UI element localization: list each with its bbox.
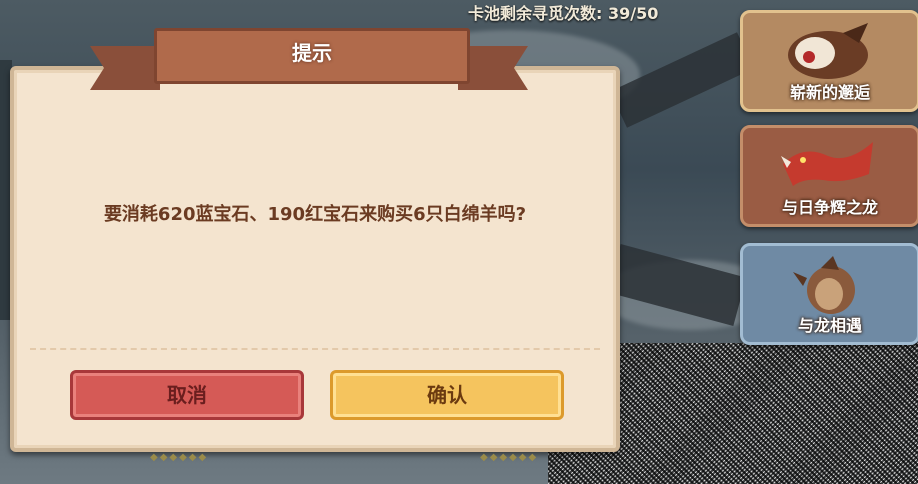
dragon-wing xyxy=(610,32,754,128)
brown-dragon-roar-icon xyxy=(788,23,868,79)
card-meet-dragon[interactable]: 与龙相遇 xyxy=(740,243,918,345)
confirm-button[interactable]: 确认 xyxy=(330,370,564,420)
confirm-dialog: 要消耗620蓝宝石、190红宝石来购买6只白绵羊吗? 取消 确认 xyxy=(10,66,620,452)
banner-ribbon-left xyxy=(90,46,160,90)
cancel-button[interactable]: 取消 xyxy=(70,370,304,420)
dialog-title-banner: 提示 xyxy=(90,28,528,94)
card-label: 与龙相遇 xyxy=(797,316,862,335)
dialog-divider xyxy=(30,348,600,350)
dialog-message: 要消耗620蓝宝石、190红宝石来购买6只白绵羊吗? xyxy=(103,204,527,225)
brown-dragon-sit-icon xyxy=(793,256,855,314)
card-brand-new-encounter[interactable]: 崭新的邂逅 xyxy=(740,10,918,112)
card-label: 崭新的邂逅 xyxy=(789,83,870,102)
diamond-ornament: ◆◆◆◆◆◆ xyxy=(480,452,539,463)
card-label: 与日争辉之龙 xyxy=(781,198,878,217)
red-dragon-icon xyxy=(781,142,873,186)
dialog-title: 提示 xyxy=(292,41,332,65)
pool-counter: 卡池剩余寻觅次数: 39/50 xyxy=(468,4,659,23)
card-dragon-of-sun[interactable]: 与日争辉之龙 xyxy=(740,125,918,227)
diamond-ornament: ◆◆◆◆◆◆ xyxy=(150,452,209,463)
